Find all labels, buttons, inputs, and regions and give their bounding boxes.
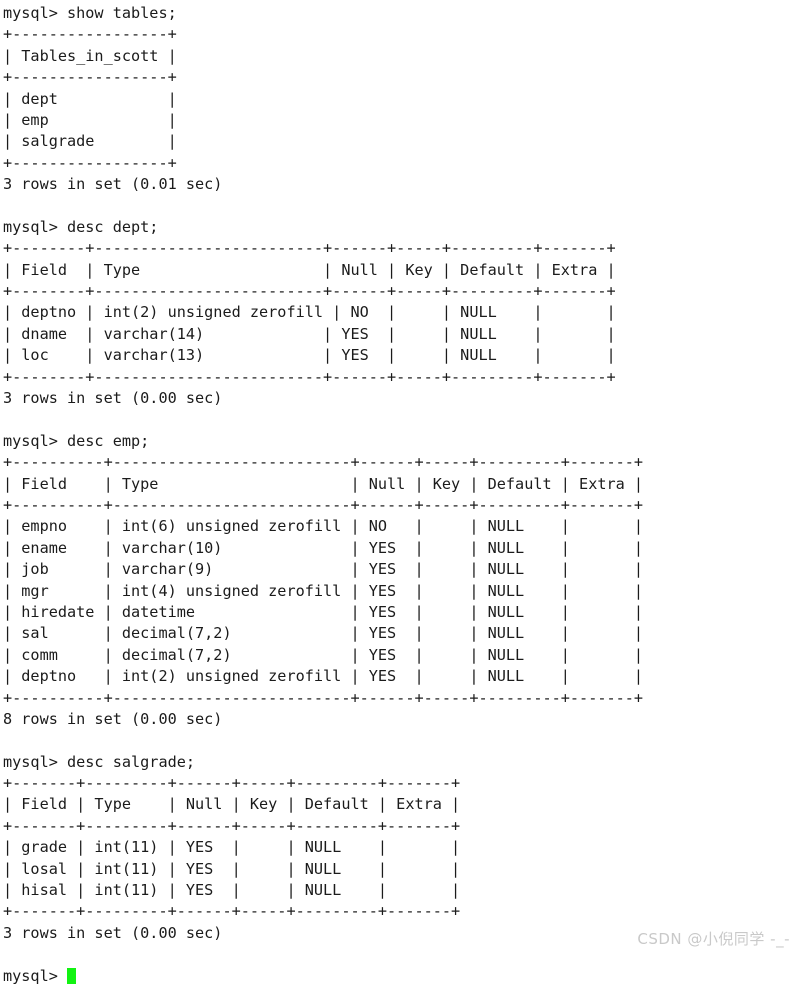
table-row: | losal | int(11) | YES | | NULL | | [3,859,461,878]
table-row: | salgrade | [3,132,177,151]
table-header-row: | Field | Type | Null | Key | Default | … [3,795,461,814]
table-row: | hisal | int(11) | YES | | NULL | | [3,881,461,900]
table-row: | grade | int(11) | YES | | NULL | | [3,838,461,857]
table-row: | deptno | int(2) unsigned zerofill | YE… [3,667,644,686]
table-row: | job | varchar(9) | YES | | NULL | | [3,560,644,579]
table-header-row: | Field | Type | Null | Key | Default | … [3,260,616,279]
table-border-top: +-------+---------+------+-----+--------… [3,774,461,793]
result-status: 3 rows in set (0.00 sec) [3,389,223,408]
cursor-block [67,967,77,984]
active-prompt-line[interactable]: mysql> [3,966,802,987]
terminal-output[interactable]: mysql> show tables; +-----------------+ … [3,3,802,985]
table-row: | emp | [3,110,177,129]
command-line: mysql> show tables; [3,4,177,22]
table-border-top: +--------+-------------------------+----… [3,239,616,258]
table-header-row: | Tables_in_scott | [3,46,177,65]
table-row: | loc | varchar(13) | YES | | NULL | | [3,346,616,365]
prompt-label: mysql> [3,966,58,985]
table-border-mid: +----------+--------------------------+-… [3,495,644,514]
csdn-watermark: CSDN @小倪同学 -_- [637,930,790,948]
table-header-row: | Field | Type | Null | Key | Default | … [3,474,644,493]
table-row: | empno | int(6) unsigned zerofill | NO … [3,517,644,536]
table-row: | dname | varchar(14) | YES | | NULL | | [3,324,616,343]
table-border-mid: +--------+-------------------------+----… [3,282,616,301]
command-block-desc-salgrade: mysql> desc salgrade; +-------+---------… [3,752,802,945]
table-border-bottom: +--------+-------------------------+----… [3,367,616,386]
table-border-bottom: +-----------------+ [3,153,177,172]
table-row: | deptno | int(2) unsigned zerofill | NO… [3,303,616,322]
table-border-mid: +-------+---------+------+-----+--------… [3,816,461,835]
command-line: mysql> desc emp; [3,431,150,450]
table-border-top: +----------+--------------------------+-… [3,453,644,472]
table-border-top: +-----------------+ [3,25,177,44]
command-line: mysql> desc dept; [3,217,159,236]
table-border-bottom: +----------+--------------------------+-… [3,688,644,707]
table-row: | dept | [3,89,177,108]
command-block-desc-emp: mysql> desc emp; +----------+-----------… [3,431,802,730]
table-border-mid: +-----------------+ [3,68,177,87]
table-row: | comm | decimal(7,2) | YES | | NULL | | [3,645,644,664]
command-block-desc-dept: mysql> desc dept; +--------+------------… [3,217,802,410]
result-status: 8 rows in set (0.00 sec) [3,709,223,728]
command-block-show-tables: mysql> show tables; +-----------------+ … [3,3,802,196]
table-row: | mgr | int(4) unsigned zerofill | YES |… [3,581,644,600]
command-line: mysql> desc salgrade; [3,752,196,771]
table-border-bottom: +-------+---------+------+-----+--------… [3,902,461,921]
table-row: | ename | varchar(10) | YES | | NULL | | [3,538,644,557]
table-row: | hiredate | datetime | YES | | NULL | | [3,602,644,621]
table-row: | sal | decimal(7,2) | YES | | NULL | | [3,624,644,643]
result-status: 3 rows in set (0.01 sec) [3,175,223,194]
